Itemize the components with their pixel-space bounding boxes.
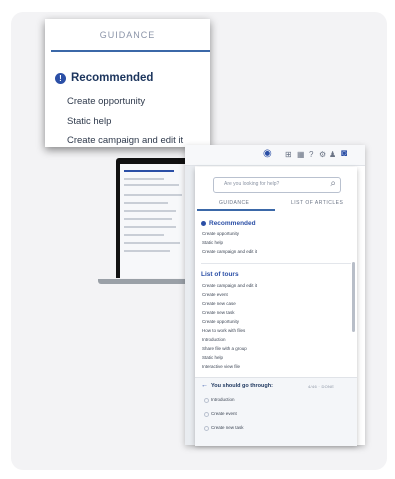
list-item[interactable]: Create opportunity: [67, 96, 145, 107]
step-circle: [204, 412, 209, 417]
laptop-base: [98, 279, 188, 284]
laptop-screen: [116, 158, 188, 278]
list-item[interactable]: Create event: [202, 292, 228, 297]
grid-icon[interactable]: ▦: [297, 150, 305, 159]
add-icon[interactable]: ⊞: [285, 150, 292, 159]
laptop-display: [120, 164, 188, 278]
recommended-heading: Recommended: [201, 220, 256, 227]
help-bubble-icon[interactable]: ◉: [263, 148, 272, 159]
list-item[interactable]: Create new task: [202, 310, 235, 315]
info-icon: !: [55, 72, 66, 84]
tab-underline: [197, 209, 275, 211]
footer-title: You should go through:: [211, 383, 273, 389]
tours-heading: List of tours: [201, 271, 239, 278]
tab-bar: GUIDANCE LIST OF ARTICLES: [195, 198, 357, 211]
list-item[interactable]: Create campaign and edit it: [202, 283, 257, 288]
tab-underline: [51, 50, 210, 52]
step-circle: [204, 426, 209, 431]
step-item[interactable]: Introduction: [211, 397, 235, 402]
gear-icon[interactable]: ⚙: [319, 150, 326, 159]
scrollbar[interactable]: [352, 262, 355, 332]
step-item[interactable]: Create event: [211, 411, 237, 416]
recommended-heading: ! Recommended: [55, 72, 153, 84]
list-item[interactable]: Static help: [202, 240, 223, 245]
divider: [201, 263, 351, 264]
recommended-label: Recommended: [209, 220, 256, 227]
guidance-dropdown: Are you looking for help? ⌕ GUIDANCE LIS…: [195, 167, 357, 446]
tab-guidance[interactable]: GUIDANCE: [219, 200, 249, 206]
list-item[interactable]: How to work with files: [202, 328, 245, 333]
search-input[interactable]: Are you looking for help? ⌕: [213, 177, 341, 193]
left-strip: [185, 145, 195, 445]
search-icon[interactable]: ⌕: [330, 178, 336, 189]
progress-footer: ← You should go through: 4/46 · DONE Int…: [195, 377, 357, 446]
list-item[interactable]: Create opportunity: [202, 319, 239, 324]
top-toolbar: ◉ ⊞ ▦ ? ⚙ ♟ ◙: [185, 145, 365, 166]
tours-label: List of tours: [201, 271, 239, 278]
tab-guidance[interactable]: GUIDANCE: [45, 30, 210, 40]
list-item[interactable]: Create campaign and edit it: [202, 249, 257, 254]
step-item[interactable]: Create new task: [211, 425, 244, 430]
back-arrow-icon[interactable]: ←: [201, 382, 208, 389]
list-item[interactable]: Interactive view file: [202, 364, 240, 369]
list-item[interactable]: Share file with a group: [202, 346, 247, 351]
step-circle: [204, 398, 209, 403]
list-item[interactable]: Static help: [67, 116, 111, 127]
recommended-label: Recommended: [71, 72, 154, 84]
search-placeholder: Are you looking for help?: [224, 181, 280, 187]
bell-icon[interactable]: ♟: [329, 150, 336, 159]
laptop-illustration: [98, 158, 188, 288]
guidance-callout: GUIDANCE ! Recommended Create opportunit…: [45, 19, 210, 147]
list-item[interactable]: Create campaign and edit it: [67, 135, 183, 146]
progress-status: 4/46 · DONE: [308, 384, 335, 389]
tab-list-of-articles[interactable]: LIST OF ARTICLES: [291, 200, 343, 206]
app-panel: ◉ ⊞ ▦ ? ⚙ ♟ ◙ Are you looking for help? …: [185, 145, 365, 446]
list-item[interactable]: Create opportunity: [202, 231, 239, 236]
list-item[interactable]: Introduction: [202, 337, 226, 342]
list-item[interactable]: Static help: [202, 355, 223, 360]
list-item[interactable]: Create new case: [202, 301, 236, 306]
info-icon: [201, 221, 206, 226]
question-icon[interactable]: ?: [309, 150, 313, 159]
avatar-icon[interactable]: ◙: [341, 148, 347, 159]
